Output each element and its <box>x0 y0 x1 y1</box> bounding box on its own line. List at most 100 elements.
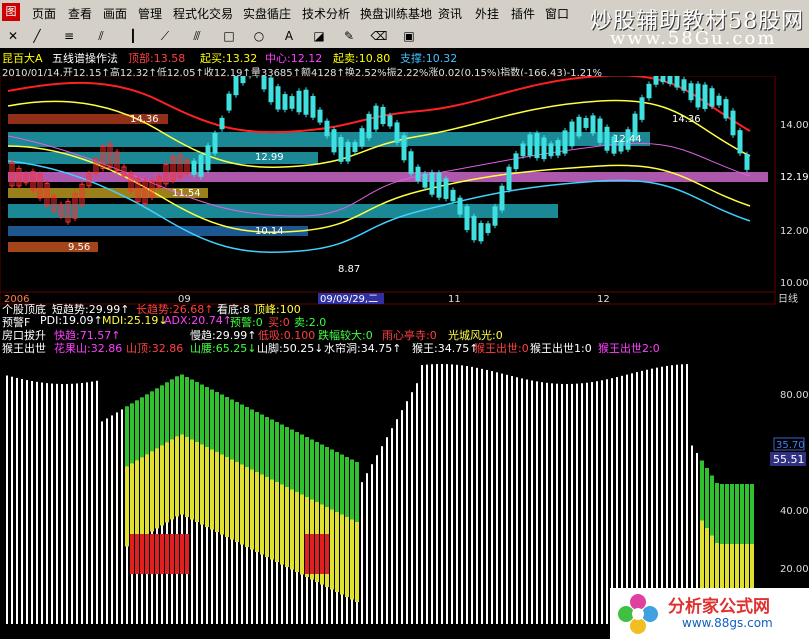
osc-bar <box>51 383 53 624</box>
candle-body <box>471 215 477 241</box>
osc-bar-red <box>130 534 134 574</box>
osc-bar <box>511 376 513 624</box>
osc-bar-yellow <box>170 439 174 520</box>
osc-bar-green <box>295 432 299 492</box>
menu-item-news[interactable]: 资讯 <box>438 5 462 22</box>
osc-bar-green <box>735 484 739 544</box>
menu-item-tech[interactable]: 技术分析 <box>302 5 350 22</box>
candle-body <box>660 76 666 83</box>
menu-item-program-trade[interactable]: 程式化交易 <box>173 5 233 22</box>
osc-bar-green <box>130 403 134 464</box>
hline-tool-icon[interactable]: ≡ <box>60 28 78 44</box>
candle-body <box>268 77 274 103</box>
channel-tool-icon[interactable]: ⫽ <box>92 28 110 44</box>
candle-body <box>555 140 561 156</box>
osc-bar-green <box>245 407 249 467</box>
fan-tool-icon[interactable]: ⟋ <box>156 28 174 44</box>
candle-body <box>716 95 722 106</box>
chart-area[interactable]: 昆百大A 五线谱操作法 顶部:13.58 起买:13.32 中心:12.12 起… <box>0 48 809 639</box>
osc-bar-green <box>745 484 749 544</box>
osc-bar-yellow <box>125 466 129 547</box>
osc-bar <box>71 383 73 624</box>
candle-body <box>604 126 610 151</box>
candle-body <box>702 84 708 109</box>
menu-item-page[interactable]: 页面 <box>32 5 56 22</box>
osc-bar-green <box>235 402 239 462</box>
menu-item-view[interactable]: 查看 <box>68 5 92 22</box>
osc-bar <box>501 373 503 624</box>
osc-bar-red <box>185 534 189 574</box>
parallel-tool-icon[interactable]: ⫻ <box>188 28 206 44</box>
save-icon[interactable]: ▣ <box>400 28 418 44</box>
osc-bar <box>436 364 438 624</box>
osc-bar-red <box>310 534 314 574</box>
osc-bar-red <box>145 534 149 574</box>
osc-bar-red <box>140 534 144 574</box>
rect-tool-icon[interactable]: □ <box>220 28 238 44</box>
osc-bar-green <box>310 439 314 500</box>
candle-body <box>576 116 582 137</box>
app-logo-icon[interactable]: 图 <box>2 3 20 21</box>
candle-body <box>548 143 554 157</box>
osc-bar-green <box>710 475 714 536</box>
osc-bar-green <box>250 409 254 470</box>
osc-bar-yellow <box>255 472 259 552</box>
osc-bar-green <box>700 460 704 521</box>
osc-bar-yellow <box>180 434 184 515</box>
osc-bar <box>466 366 468 624</box>
osc-bar-green <box>705 468 709 528</box>
edit-tool-icon[interactable]: ✎ <box>340 28 358 44</box>
osc-bar-green <box>715 483 719 543</box>
osc-bar <box>16 377 18 624</box>
osc-bar <box>86 382 88 624</box>
osc-bar-yellow <box>210 449 214 530</box>
osc-bar-green <box>290 429 294 490</box>
period-label[interactable]: 日线 <box>778 292 798 305</box>
osc-bar <box>486 369 488 624</box>
osc-bar-green <box>125 406 129 467</box>
price-chart[interactable]: 14.36 12.99 11.54 10.14 9.56 12.44 8.87 … <box>0 76 809 326</box>
candle-body <box>198 154 204 177</box>
menu-item-live[interactable]: 实盘循庄 <box>243 5 291 22</box>
osc-bar <box>406 401 408 624</box>
menu-item-plugin-ext[interactable]: 外挂 <box>475 5 499 22</box>
osc-bar-green <box>340 454 344 515</box>
brand-url: www.58Gu.com <box>610 28 777 49</box>
line-tool-icon[interactable]: ╱ <box>28 28 46 44</box>
osc-bar-green <box>265 417 269 477</box>
osc-bar <box>376 455 378 624</box>
bar-tool-icon[interactable]: ┃ <box>124 28 142 44</box>
osc-bar <box>496 372 498 624</box>
osc-bar <box>521 378 523 624</box>
delete-tool-icon[interactable]: ⌫ <box>370 28 388 44</box>
osc-bar-red <box>155 534 159 574</box>
osc-bar-green <box>720 484 724 544</box>
osc-bar-green <box>350 459 354 520</box>
osc-bar <box>601 380 603 624</box>
candle-body <box>499 185 505 211</box>
lower-tick-2: 40.00 <box>780 506 809 517</box>
osc-bar-green <box>145 394 149 455</box>
candle-body <box>492 206 498 226</box>
menu-item-screen[interactable]: 画面 <box>103 5 127 22</box>
osc-bar-green <box>205 387 209 447</box>
candle-body <box>674 76 680 88</box>
menu-item-manage[interactable]: 管理 <box>138 5 162 22</box>
candle-body <box>583 117 589 128</box>
osc-bar <box>546 382 548 624</box>
osc-bar-green <box>330 449 334 510</box>
osc-bar-yellow <box>220 454 224 535</box>
menu-item-plugin[interactable]: 插件 <box>511 5 535 22</box>
menu-item-training[interactable]: 换盘训练基地 <box>360 5 432 22</box>
osc-bar-red <box>150 534 154 574</box>
color-tool-icon[interactable]: ◪ <box>310 28 328 44</box>
ellipse-tool-icon[interactable]: ○ <box>250 28 268 44</box>
text-tool-icon[interactable]: A <box>280 28 298 44</box>
osc-bar <box>421 365 423 624</box>
osc-bar <box>361 482 363 624</box>
osc-bar-red <box>170 534 174 574</box>
flower-logo-icon <box>618 594 658 634</box>
candle-body <box>205 145 211 171</box>
close-icon[interactable]: ✕ <box>4 28 22 44</box>
menu-item-window[interactable]: 窗口 <box>545 5 569 22</box>
